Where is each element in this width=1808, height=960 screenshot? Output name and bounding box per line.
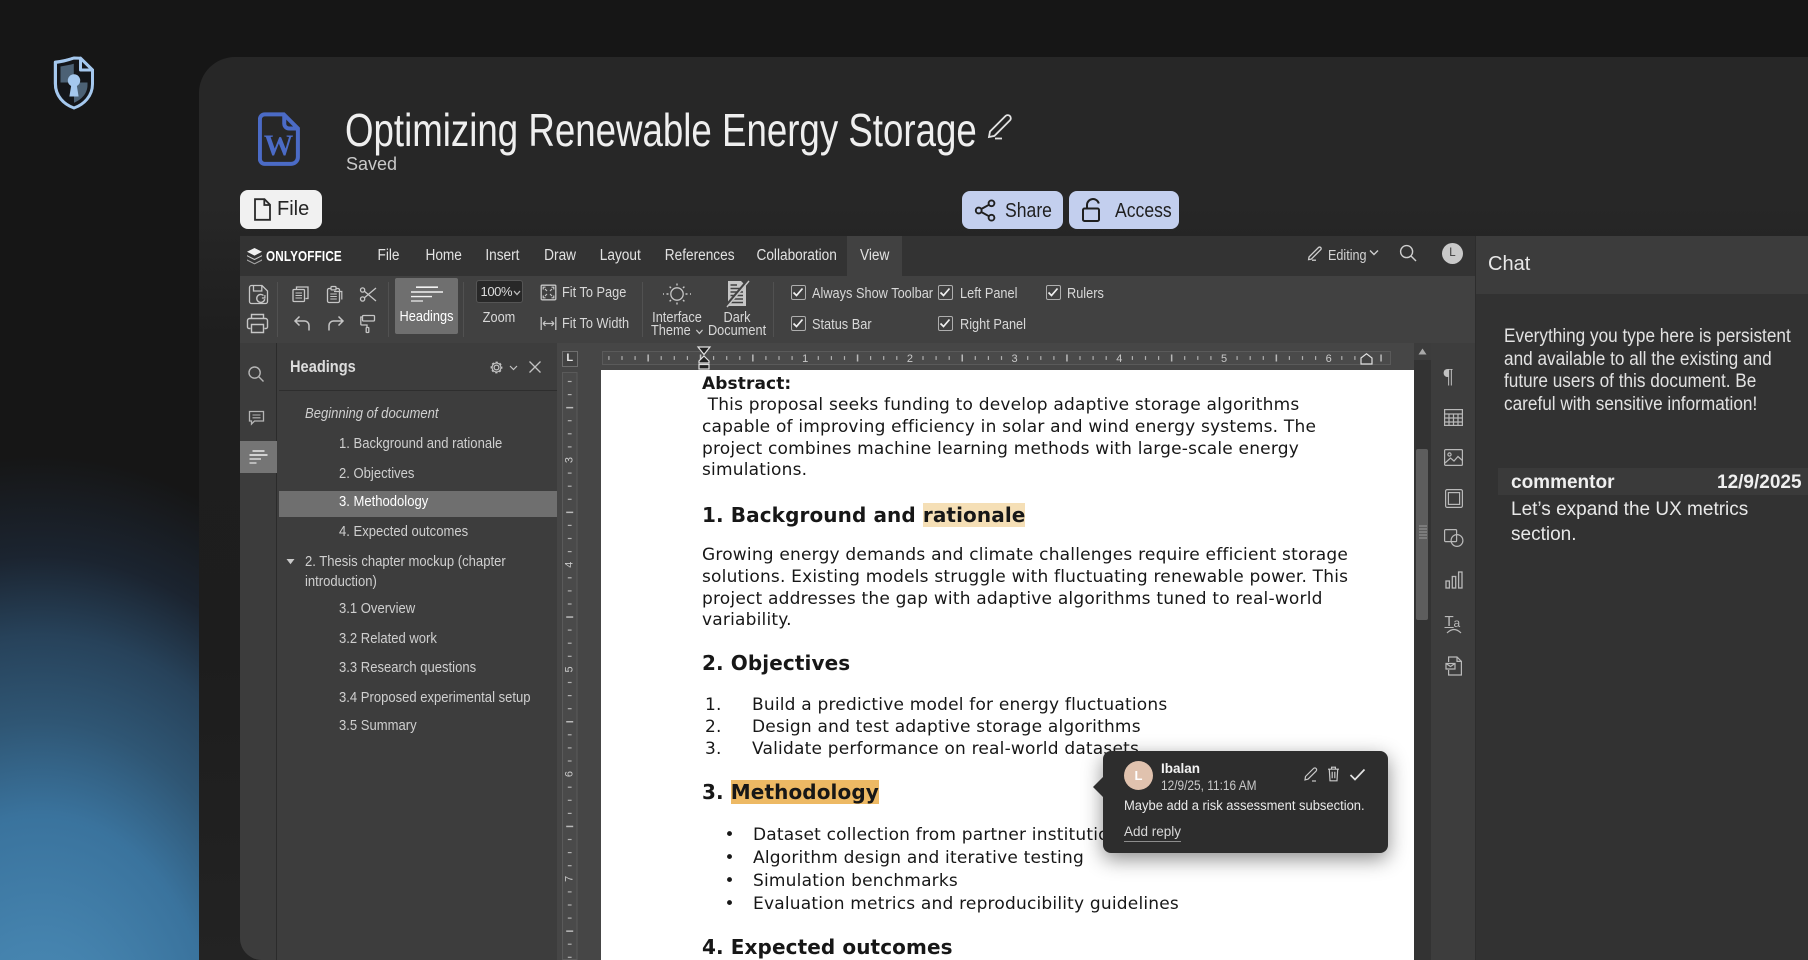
svg-text:7: 7 bbox=[564, 876, 576, 882]
svg-text:3: 3 bbox=[564, 457, 576, 463]
svg-text:4: 4 bbox=[1116, 352, 1122, 364]
svg-text:1: 1 bbox=[802, 352, 808, 364]
svg-text:4: 4 bbox=[564, 562, 576, 568]
svg-text:6: 6 bbox=[1326, 352, 1332, 364]
svg-text:5: 5 bbox=[564, 666, 576, 672]
svg-text:5: 5 bbox=[1221, 352, 1227, 364]
svg-text:3: 3 bbox=[1012, 352, 1018, 364]
svg-text:2: 2 bbox=[907, 352, 913, 364]
svg-text:W: W bbox=[264, 130, 294, 162]
svg-text:6: 6 bbox=[564, 771, 576, 777]
